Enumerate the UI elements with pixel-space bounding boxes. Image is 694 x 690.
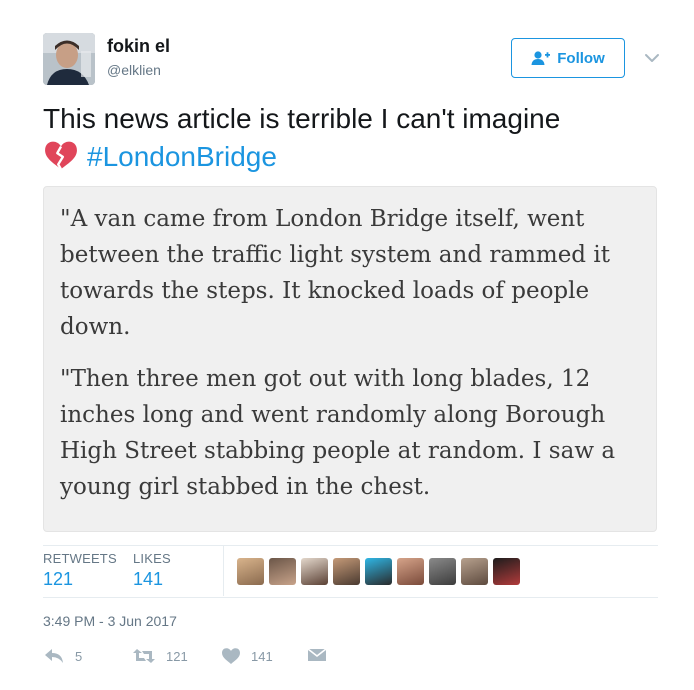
liker-avatar[interactable] <box>269 558 296 585</box>
liker-avatars <box>237 558 520 585</box>
article-quote-image[interactable]: "A van came from London Bridge itself, w… <box>43 186 657 532</box>
retweet-button[interactable]: 121 <box>132 647 188 665</box>
liker-avatar[interactable] <box>429 558 456 585</box>
retweets-label[interactable]: RETWEETS <box>43 551 117 566</box>
reply-button[interactable]: 5 <box>43 647 82 665</box>
liker-avatar[interactable] <box>333 558 360 585</box>
liker-avatar[interactable] <box>397 558 424 585</box>
liker-avatar[interactable] <box>237 558 264 585</box>
quote-paragraph: "A van came from London Bridge itself, w… <box>60 206 610 340</box>
broken-heart-icon <box>45 141 77 170</box>
avatar-image <box>43 33 95 85</box>
chevron-down-icon[interactable] <box>642 50 662 66</box>
divider <box>43 597 658 598</box>
liker-avatar[interactable] <box>461 558 488 585</box>
reply-icon <box>45 649 63 663</box>
author-display-name[interactable]: fokin el <box>107 36 170 57</box>
envelope-icon <box>307 648 327 661</box>
follow-button[interactable]: Follow <box>511 38 625 78</box>
like-count: 141 <box>251 648 273 664</box>
tweet-text: This news article is terrible I can't im… <box>43 100 663 176</box>
liker-avatar[interactable] <box>365 558 392 585</box>
reply-count: 5 <box>75 648 83 664</box>
retweet-icon <box>133 649 155 663</box>
author-avatar[interactable] <box>43 33 95 85</box>
tweet-timestamp[interactable]: 3:49 PM - 3 Jun 2017 <box>43 613 177 629</box>
liker-avatar[interactable] <box>301 558 328 585</box>
likes-label[interactable]: LIKES <box>133 551 171 566</box>
heart-icon <box>222 648 240 664</box>
retweet-count: 121 <box>166 648 188 664</box>
tweet-body: This news article is terrible I can't im… <box>43 103 561 134</box>
divider <box>43 545 658 546</box>
likes-count[interactable]: 141 <box>133 569 163 590</box>
author-handle[interactable]: @elklien <box>107 62 161 78</box>
stats-separator <box>223 546 224 596</box>
quote-paragraph: "Then three men got out with long blades… <box>60 366 616 500</box>
retweets-count[interactable]: 121 <box>43 569 73 590</box>
liker-avatar[interactable] <box>493 558 520 585</box>
add-user-icon <box>531 51 551 65</box>
follow-label: Follow <box>557 49 605 67</box>
like-button[interactable]: 141 <box>221 647 273 665</box>
hashtag-link[interactable]: #LondonBridge <box>87 141 277 172</box>
direct-message-button[interactable] <box>307 647 327 665</box>
